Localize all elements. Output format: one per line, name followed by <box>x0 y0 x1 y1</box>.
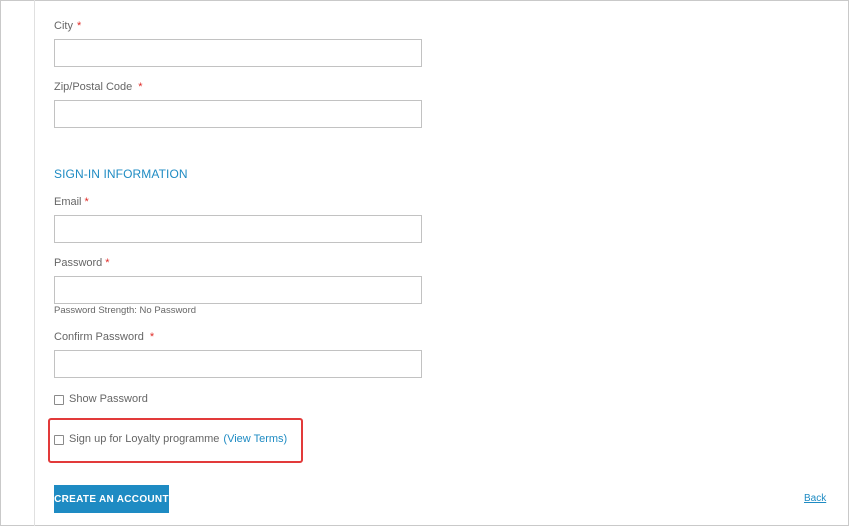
email-label: Email * <box>54 196 89 208</box>
zip-input[interactable] <box>54 100 422 128</box>
password-label: Password * <box>54 257 110 269</box>
confirm-password-input[interactable] <box>54 350 422 378</box>
city-required-marker: * <box>76 20 82 32</box>
email-input[interactable] <box>54 215 422 243</box>
show-password-label: Show Password <box>69 393 148 405</box>
password-input[interactable] <box>54 276 422 304</box>
show-password-row[interactable]: Show Password <box>54 393 148 405</box>
password-required-marker: * <box>105 257 110 269</box>
email-required-marker: * <box>84 196 89 208</box>
city-input[interactable] <box>54 39 422 67</box>
loyalty-row[interactable]: Sign up for Loyalty programme (View Term… <box>54 433 287 445</box>
zip-label-text: Zip/Postal Code <box>54 81 133 93</box>
city-label: City * <box>54 20 81 32</box>
create-account-button[interactable]: CREATE AN ACCOUNT <box>54 485 169 513</box>
email-label-text: Email <box>54 196 82 208</box>
loyalty-label: Sign up for Loyalty programme <box>69 433 220 445</box>
confirm-password-required-marker: * <box>149 331 155 343</box>
password-strength-text: Password Strength: No Password <box>54 305 197 316</box>
city-label-text: City <box>54 20 73 32</box>
confirm-password-label-text: Confirm Password <box>54 331 144 343</box>
password-label-text: Password <box>54 257 103 269</box>
confirm-password-label: Confirm Password * <box>54 331 154 343</box>
zip-required-marker: * <box>138 81 143 93</box>
zip-label: Zip/Postal Code * <box>54 81 143 93</box>
view-terms-link[interactable]: (View Terms) <box>223 433 287 445</box>
loyalty-checkbox[interactable] <box>54 435 64 445</box>
left-divider <box>34 0 35 526</box>
signin-section-title: SIGN-IN INFORMATION <box>54 167 188 181</box>
show-password-checkbox[interactable] <box>54 395 64 405</box>
back-link[interactable]: Back <box>804 493 826 504</box>
